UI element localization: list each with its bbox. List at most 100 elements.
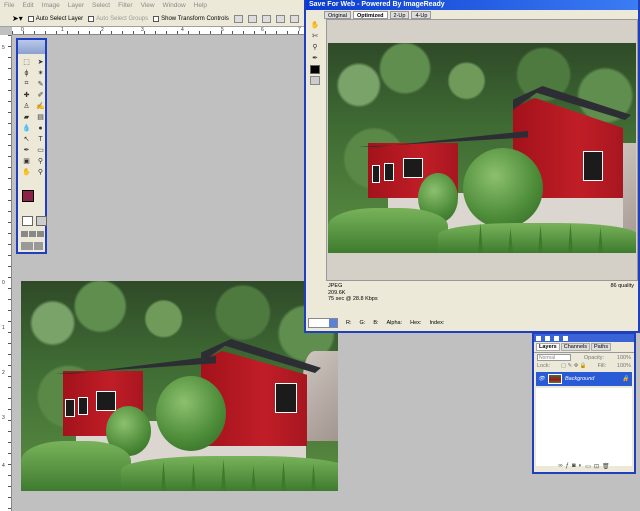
visibility-eye-icon[interactable]: 👁 — [538, 376, 545, 382]
blur-tool-icon[interactable]: 💧 — [21, 123, 32, 133]
layer-row-background[interactable]: 👁 Background 🔒 — [536, 372, 632, 386]
slice-tool-icon[interactable]: ✎ — [35, 79, 46, 89]
menu-help[interactable]: Help — [194, 2, 207, 9]
tab-paths[interactable]: Paths — [591, 343, 612, 351]
menu-edit[interactable]: Edit — [22, 2, 33, 9]
show-transform-controls-checkbox[interactable]: Show Transform Controls — [153, 15, 229, 22]
menu-layer[interactable]: Layer — [68, 2, 84, 9]
auto-select-groups-label: Auto Select Groups — [96, 15, 149, 22]
standard-mode-icon[interactable] — [22, 216, 33, 226]
g-readout: G: — [359, 320, 366, 326]
slice-select-icon[interactable]: ✄ — [310, 32, 320, 41]
notes-tool-icon[interactable]: ▣ — [21, 156, 32, 166]
auto-select-layer-checkbox[interactable]: Auto Select Layer — [27, 15, 83, 22]
r-readout: R: — [346, 320, 352, 326]
tab-2up[interactable]: 2-Up — [389, 11, 410, 19]
path-select-icon[interactable]: ↖ — [21, 134, 32, 144]
tab-optimized[interactable]: Optimized — [352, 11, 388, 19]
brush-tool-icon[interactable]: ✐ — [35, 90, 46, 100]
menu-file[interactable]: File — [4, 2, 14, 9]
vertical-ruler: 5 0 1 2 3 4 — [0, 35, 12, 511]
tab-channels[interactable]: Channels — [560, 343, 590, 351]
eraser-tool-icon[interactable]: ▰ — [21, 112, 32, 122]
panel-control-icon[interactable] — [554, 335, 559, 341]
eyedropper-icon[interactable]: ✒ — [310, 54, 320, 63]
ruler-label: 6 — [261, 27, 264, 33]
auto-select-groups-checkbox[interactable]: Auto Select Groups — [88, 15, 149, 22]
hand-tool-icon[interactable]: ✋ — [21, 167, 32, 177]
zoom-level-select[interactable] — [308, 318, 338, 328]
quick-mask-icon[interactable] — [36, 216, 47, 226]
ruler-label: 4 — [181, 27, 184, 33]
lock-icons[interactable]: ▢ ✎ ✥ 🔒 — [561, 363, 587, 369]
eyedropper-icon[interactable]: ⚲ — [35, 156, 46, 166]
move-tool-icon[interactable]: ➤ — [35, 57, 46, 67]
document-image[interactable] — [21, 281, 338, 491]
fill-label: Fill: — [597, 363, 607, 369]
blend-mode-select[interactable]: Normal — [537, 354, 571, 361]
crop-tool-icon[interactable]: ⌗ — [21, 79, 32, 89]
save-for-web-dialog: Save For Web - Powered By ImageReady Ori… — [304, 0, 640, 333]
pen-tool-icon[interactable]: ✒ — [21, 145, 32, 155]
optimized-preview — [326, 19, 638, 281]
layers-panel-titlebar[interactable] — [534, 334, 634, 342]
align-center-icon[interactable] — [289, 14, 299, 23]
brush-panel-icon[interactable] — [34, 242, 43, 250]
menu-window[interactable]: Window — [163, 2, 186, 9]
layer-style-icon[interactable]: ƒ — [566, 463, 569, 471]
align-left-icon[interactable] — [275, 14, 285, 23]
new-layer-icon[interactable]: ⊡ — [594, 463, 599, 471]
menu-view[interactable]: View — [141, 2, 155, 9]
full-screen-menu-icon[interactable] — [29, 231, 36, 237]
full-screen-icon[interactable] — [37, 231, 44, 237]
panel-control-icon[interactable] — [563, 335, 568, 341]
opacity-label: Opacity: — [583, 354, 605, 361]
ruler-label: 2 — [101, 27, 104, 33]
align-middle-icon[interactable] — [247, 14, 257, 23]
menu-filter[interactable]: Filter — [118, 2, 132, 9]
show-transform-controls-label: Show Transform Controls — [161, 15, 229, 22]
menu-select[interactable]: Select — [92, 2, 110, 9]
tab-4up[interactable]: 4-Up — [411, 11, 432, 19]
tab-layers[interactable]: Layers — [536, 343, 560, 351]
tab-original[interactable]: Original — [324, 11, 351, 19]
magic-wand-icon[interactable]: ✶ — [35, 68, 46, 78]
lasso-tool-icon[interactable]: ϕ — [21, 68, 32, 78]
dialog-title[interactable]: Save For Web - Powered By ImageReady — [306, 0, 638, 10]
opacity-value[interactable]: 100% — [617, 355, 631, 361]
foreground-color-swatch[interactable] — [22, 190, 34, 202]
fill-value[interactable]: 100% — [617, 363, 631, 369]
healing-brush-icon[interactable]: ✚ — [21, 90, 32, 100]
menu-image[interactable]: Image — [42, 2, 60, 9]
zoom-tool-icon[interactable]: ⚲ — [310, 43, 320, 52]
new-group-icon[interactable]: ▭ — [585, 463, 591, 471]
toggle-slices-icon[interactable] — [310, 76, 320, 85]
marquee-tool-icon[interactable]: ⬚ — [21, 57, 32, 67]
eyedropper-color-swatch[interactable] — [310, 65, 320, 74]
preview-image[interactable] — [328, 43, 636, 253]
shape-tool-icon[interactable]: ▭ — [35, 145, 46, 155]
align-bottom-icon[interactable] — [261, 14, 271, 23]
type-tool-icon[interactable]: T — [35, 134, 46, 144]
ruler-label: 1 — [61, 27, 64, 33]
gradient-tool-icon[interactable]: ▤ — [35, 112, 46, 122]
layer-mask-icon[interactable]: ◙ — [572, 463, 576, 471]
jump-to-imageready-icon[interactable] — [21, 242, 33, 250]
dodge-tool-icon[interactable]: ● — [35, 123, 46, 133]
panel-control-icon[interactable] — [545, 335, 550, 341]
layers-footer: ∞ ƒ ◙ ◐ ▭ ⊡ 🗑 — [536, 463, 632, 471]
panel-control-icon[interactable] — [536, 335, 541, 341]
delete-layer-icon[interactable]: 🗑 — [602, 463, 610, 471]
index-readout: Index: — [429, 320, 445, 326]
hand-tool-icon[interactable]: ✋ — [310, 21, 320, 30]
link-layers-icon[interactable]: ∞ — [558, 463, 562, 471]
adjustment-layer-icon[interactable]: ◐ — [579, 463, 583, 471]
clone-stamp-icon[interactable]: ♙ — [21, 101, 32, 111]
dialog-status-bar: R: G: B: Alpha: Hex: Index: — [308, 316, 638, 330]
history-brush-icon[interactable]: ✍ — [35, 101, 46, 111]
move-tool-icon[interactable]: ➤▾ — [12, 14, 23, 23]
screen-mode-icon[interactable] — [21, 231, 28, 237]
tools-panel-titlebar[interactable] — [18, 40, 45, 54]
align-top-icon[interactable] — [233, 14, 243, 23]
zoom-tool-icon[interactable]: ⚲ — [35, 167, 46, 177]
